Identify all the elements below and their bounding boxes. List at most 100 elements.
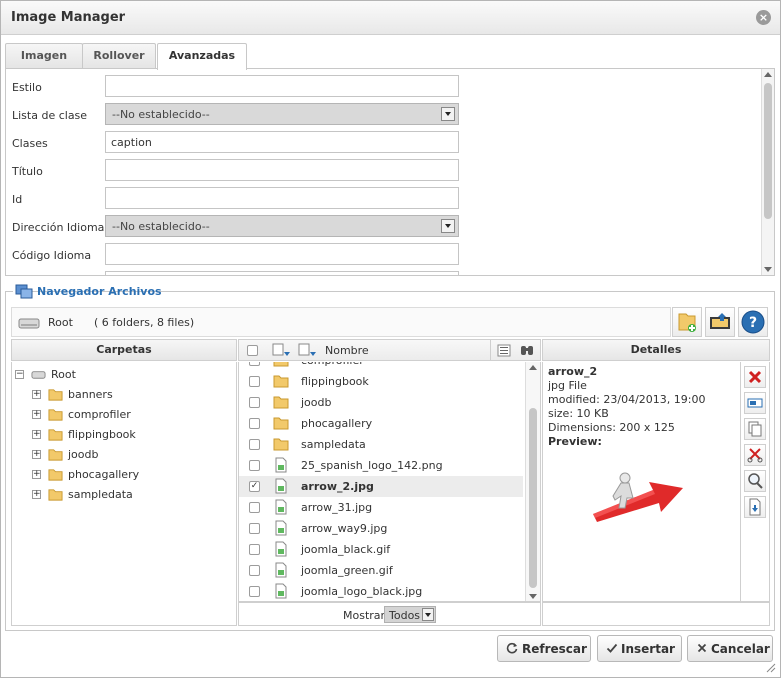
file-name[interactable]: arrow_31.jpg: [301, 501, 372, 514]
scroll-down-icon[interactable]: [529, 594, 537, 599]
show-filter-select[interactable]: Todos: [384, 606, 436, 623]
scroll-thumb[interactable]: [529, 408, 537, 588]
file-checkbox[interactable]: [249, 397, 260, 408]
tree-item-phocagallery[interactable]: + phocagallery: [32, 466, 222, 484]
tree-item-flippingbook[interactable]: + flippingbook: [32, 426, 222, 444]
path-root[interactable]: Root: [48, 316, 73, 329]
copy-button[interactable]: [744, 418, 766, 440]
select-all-checkbox[interactable]: [247, 345, 258, 356]
file-checkbox[interactable]: [249, 418, 260, 429]
tree-item-comprofiler[interactable]: + comprofiler: [32, 406, 222, 424]
file-checkbox[interactable]: [249, 523, 260, 534]
file-checkbox[interactable]: [249, 439, 260, 450]
delete-button[interactable]: [744, 366, 766, 388]
file-checkbox[interactable]: [249, 362, 260, 366]
sort-type-icon[interactable]: [271, 342, 291, 358]
expand-icon[interactable]: +: [32, 430, 41, 439]
expand-icon[interactable]: +: [32, 410, 41, 419]
tree-label-root[interactable]: Root: [51, 368, 76, 381]
chevron-down-icon[interactable]: [422, 608, 434, 621]
view-button[interactable]: [744, 470, 766, 492]
expand-icon[interactable]: +: [32, 390, 41, 399]
tab-rollover[interactable]: Rollover: [82, 43, 156, 69]
list-view-icon[interactable]: [496, 343, 512, 358]
list-item[interactable]: sampledata: [239, 434, 523, 455]
resize-grip-icon[interactable]: [764, 661, 776, 673]
refresh-button[interactable]: Refrescar: [497, 635, 591, 662]
list-item[interactable]: joodb: [239, 392, 523, 413]
list-item[interactable]: joomla_green.gif: [239, 560, 523, 581]
list-item[interactable]: comprofiler: [239, 362, 523, 371]
tree-item-joodb[interactable]: + joodb: [32, 446, 222, 464]
sort-name-icon[interactable]: [297, 342, 317, 358]
file-checkbox-checked[interactable]: ✓: [249, 481, 260, 492]
tree-label[interactable]: joodb: [68, 448, 98, 461]
file-checkbox[interactable]: [249, 502, 260, 513]
chevron-down-icon[interactable]: [441, 107, 455, 121]
name-column-header[interactable]: Nombre: [325, 344, 369, 357]
list-item[interactable]: 25_spanish_logo_142.png: [239, 455, 523, 476]
scroll-up-icon[interactable]: [529, 365, 537, 370]
expand-icon[interactable]: +: [32, 490, 41, 499]
advanced-scrollbar[interactable]: [761, 69, 774, 275]
file-name[interactable]: flippingbook: [301, 375, 369, 388]
title-input[interactable]: [105, 159, 459, 181]
search-icon[interactable]: [519, 343, 535, 358]
upload-button[interactable]: [705, 307, 735, 337]
tree-label[interactable]: phocagallery: [68, 468, 139, 481]
cut-button[interactable]: [744, 444, 766, 466]
file-name[interactable]: 25_spanish_logo_142.png: [301, 459, 443, 472]
style-input[interactable]: [105, 75, 459, 97]
expand-icon[interactable]: +: [32, 450, 41, 459]
tree-label[interactable]: flippingbook: [68, 428, 136, 441]
chevron-down-icon[interactable]: [441, 219, 455, 233]
file-list-scrollbar[interactable]: [525, 362, 540, 601]
list-item[interactable]: arrow_way9.jpg: [239, 518, 523, 539]
collapse-icon[interactable]: −: [15, 370, 24, 379]
tab-avanzadas[interactable]: Avanzadas: [157, 43, 247, 70]
rename-button[interactable]: [744, 392, 766, 414]
tree-label[interactable]: sampledata: [68, 488, 133, 501]
expand-icon[interactable]: +: [32, 470, 41, 479]
tree-item-banners[interactable]: + banners: [32, 386, 222, 404]
file-name[interactable]: phocagallery: [301, 417, 372, 430]
list-item-selected[interactable]: ✓ arrow_2.jpg: [239, 476, 523, 497]
list-item[interactable]: joomla_logo_black.jpg: [239, 581, 523, 601]
id-input[interactable]: [105, 187, 459, 209]
file-name[interactable]: joodb: [301, 396, 331, 409]
class-list-select[interactable]: --No establecido--: [105, 103, 459, 125]
file-checkbox[interactable]: [249, 544, 260, 555]
file-name[interactable]: joomla_logo_black.jpg: [301, 585, 422, 598]
file-name[interactable]: joomla_black.gif: [301, 543, 390, 556]
scroll-thumb[interactable]: [764, 83, 772, 219]
file-checkbox[interactable]: [249, 565, 260, 576]
lang-dir-select[interactable]: --No establecido--: [105, 215, 459, 237]
tree-label[interactable]: banners: [68, 388, 113, 401]
classes-input[interactable]: caption: [105, 131, 459, 153]
close-icon[interactable]: ×: [756, 10, 771, 25]
file-name[interactable]: arrow_2.jpg: [301, 480, 374, 493]
scroll-up-icon[interactable]: [764, 72, 772, 77]
file-name[interactable]: arrow_way9.jpg: [301, 522, 387, 535]
insert-button[interactable]: Insertar: [597, 635, 682, 662]
help-button[interactable]: ?: [738, 307, 768, 337]
file-name[interactable]: joomla_green.gif: [301, 564, 393, 577]
insert-file-button[interactable]: [744, 496, 766, 518]
file-checkbox[interactable]: [249, 460, 260, 471]
lang-code-input[interactable]: [105, 243, 459, 265]
file-name[interactable]: sampledata: [301, 438, 366, 451]
cancel-button[interactable]: Cancelar: [687, 635, 773, 662]
list-item[interactable]: flippingbook: [239, 371, 523, 392]
file-name[interactable]: comprofiler: [301, 362, 364, 367]
tree-item-root[interactable]: − Root: [15, 366, 215, 384]
list-item[interactable]: arrow_31.jpg: [239, 497, 523, 518]
file-checkbox[interactable]: [249, 586, 260, 597]
list-item[interactable]: phocagallery: [239, 413, 523, 434]
tree-item-sampledata[interactable]: + sampledata: [32, 486, 222, 504]
tab-imagen[interactable]: Imagen: [5, 43, 83, 69]
list-item[interactable]: joomla_black.gif: [239, 539, 523, 560]
scroll-down-icon[interactable]: [764, 267, 772, 272]
next-field-input[interactable]: [105, 271, 459, 275]
file-checkbox[interactable]: [249, 376, 260, 387]
tree-label[interactable]: comprofiler: [68, 408, 131, 421]
